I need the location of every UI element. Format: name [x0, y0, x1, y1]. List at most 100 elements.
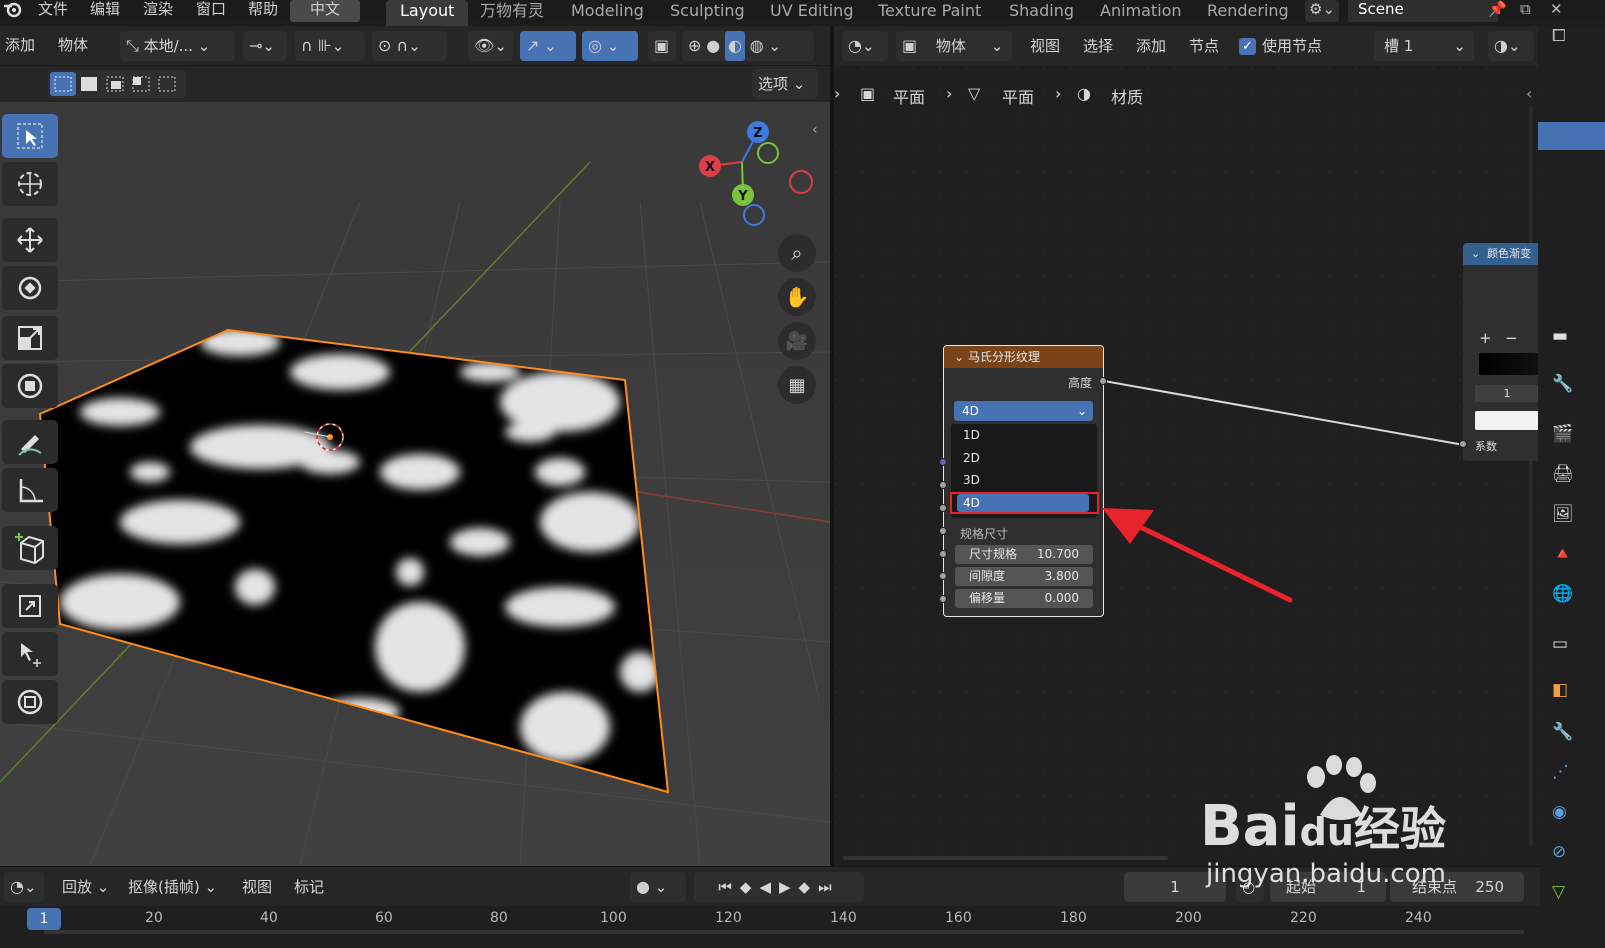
- physics-tab-icon[interactable]: ◉: [1552, 802, 1567, 822]
- scale-input-socket[interactable]: [939, 504, 947, 512]
- transform-tool-icon[interactable]: [2, 364, 58, 408]
- menu-file[interactable]: 文件: [38, 0, 68, 22]
- tab-texture-paint[interactable]: Texture Paint: [878, 0, 981, 26]
- new-scene-icon[interactable]: ⧉: [1520, 0, 1531, 22]
- fac-input-socket[interactable]: [1459, 440, 1467, 448]
- menu-render[interactable]: 渲染: [143, 0, 173, 22]
- wrench-tab-icon[interactable]: 🔧: [1552, 374, 1573, 394]
- timeline-scrollbar[interactable]: [44, 930, 1524, 934]
- node-node-menu[interactable]: 节点: [1189, 31, 1219, 61]
- navigation-gizmo[interactable]: Z X Y: [690, 112, 820, 242]
- xray-button[interactable]: ▣: [648, 31, 676, 61]
- move-tool-icon[interactable]: [2, 218, 58, 262]
- node-editor-canvas[interactable]: [834, 66, 1540, 866]
- select-box-tool-icon[interactable]: [2, 114, 58, 158]
- object-tab-icon[interactable]: ◧: [1552, 680, 1568, 700]
- record-button[interactable]: ● ⌄: [630, 872, 686, 902]
- material-preview-icon[interactable]: ◐: [724, 31, 745, 61]
- gizmo-toggle-button[interactable]: ↗ ⌄: [520, 31, 576, 61]
- language-button[interactable]: 中文: [290, 0, 361, 22]
- world-tab-icon[interactable]: 🌐: [1552, 584, 1573, 604]
- solid-icon[interactable]: ●: [706, 31, 720, 61]
- select-mode-buttons[interactable]: [48, 70, 186, 98]
- timeline-editor-type[interactable]: ◔⌄: [4, 872, 44, 902]
- viewport-add-menu[interactable]: 添加: [5, 30, 35, 60]
- rotate-tool-icon[interactable]: [2, 266, 58, 310]
- cursor-tool-icon[interactable]: [2, 162, 58, 206]
- pivot-point-button[interactable]: ⊸⌄: [243, 31, 287, 61]
- dimensions-dropdown[interactable]: 4D ⌄: [954, 401, 1093, 421]
- timeline-marker-menu[interactable]: 标记: [294, 872, 324, 902]
- zoom-icon[interactable]: ⌕: [778, 234, 816, 272]
- node-view-menu[interactable]: 视图: [1030, 31, 1060, 61]
- properties-icon[interactable]: ⧠: [1552, 26, 1566, 46]
- jump-start-icon[interactable]: ⏮: [718, 878, 740, 896]
- playback-menu[interactable]: 回放 ⌄: [62, 872, 109, 902]
- node-title-bar[interactable]: ⌄ 马氏分形纹理: [944, 346, 1103, 368]
- pan-hand-icon[interactable]: ✋: [778, 278, 816, 316]
- lacunarity-input-socket[interactable]: [939, 572, 947, 580]
- editor-type-button[interactable]: ◔⌄: [842, 31, 888, 61]
- snap-button[interactable]: ∩ ⊪⌄: [295, 31, 365, 61]
- vertical-scrollbar[interactable]: [1529, 106, 1533, 846]
- material-slot-dropdown[interactable]: 槽 1 ⌄: [1374, 31, 1474, 61]
- play-reverse-icon[interactable]: ◀: [759, 878, 779, 896]
- playhead[interactable]: 1: [27, 908, 61, 930]
- timeline-ruler[interactable]: 1 20 40 60 80 100 120 140 160 180 200 22…: [0, 906, 1540, 948]
- modifier-tab-icon[interactable]: 🔧: [1552, 722, 1573, 742]
- tab-wanwu[interactable]: 万物有灵: [480, 0, 544, 26]
- shear-tool-icon[interactable]: [2, 632, 58, 676]
- constraints-tab-icon[interactable]: ⊘: [1552, 842, 1566, 862]
- options-dropdown[interactable]: 选项 ⌄: [752, 69, 818, 99]
- visibility-button[interactable]: 👁⌄: [468, 31, 513, 61]
- remove-stop-icon[interactable]: −: [1505, 329, 1518, 347]
- shader-type-dropdown[interactable]: ▣ 物体 ⌄: [896, 31, 1012, 61]
- collapse-node-sidebar-icon[interactable]: ‹: [1526, 84, 1532, 103]
- annotate-tool-icon[interactable]: [2, 420, 58, 464]
- scene-selector-icon[interactable]: ⚙⌄: [1305, 0, 1340, 22]
- proportional-edit-button[interactable]: ⊙ ∩⌄: [372, 31, 447, 61]
- offset-field[interactable]: 偏移量 0.000: [955, 589, 1093, 608]
- tool-tab-icon[interactable]: ▬: [1552, 326, 1568, 346]
- tab-modeling[interactable]: Modeling: [571, 0, 644, 26]
- tab-uv-editing[interactable]: UV Editing: [770, 0, 853, 26]
- viewport-object-menu[interactable]: 物体: [58, 30, 88, 60]
- camera-icon[interactable]: 🎥: [778, 322, 816, 360]
- use-nodes-checkbox[interactable]: ✓: [1239, 38, 1256, 55]
- node-select-menu[interactable]: 选择: [1083, 31, 1113, 61]
- detail-input-socket[interactable]: [939, 527, 947, 535]
- particles-tab-icon[interactable]: ⋰: [1552, 762, 1569, 782]
- extrude-tool-icon[interactable]: [2, 584, 58, 628]
- origin-tool-icon[interactable]: [2, 680, 58, 724]
- lacunarity-field[interactable]: 间隙度 3.800: [955, 567, 1093, 586]
- w-input-socket[interactable]: [939, 481, 947, 489]
- collection-tab-icon[interactable]: ▭: [1552, 634, 1568, 654]
- blender-logo-icon[interactable]: [2, 0, 24, 22]
- output-tab-icon[interactable]: 🖨: [1552, 464, 1574, 484]
- add-cube-tool-icon[interactable]: [2, 526, 58, 570]
- measure-tool-icon[interactable]: [2, 468, 58, 512]
- menu-edit[interactable]: 编辑: [90, 0, 120, 22]
- prev-keyframe-icon[interactable]: ◆: [740, 878, 760, 896]
- scene-name[interactable]: Scene: [1348, 0, 1498, 22]
- tab-sculpting[interactable]: Sculpting: [670, 0, 745, 26]
- tab-layout[interactable]: Layout: [386, 0, 469, 26]
- wireframe-icon[interactable]: ⊕: [688, 31, 701, 61]
- tab-animation[interactable]: Animation: [1100, 0, 1182, 26]
- collapse-node-icon[interactable]: ⌄: [954, 346, 964, 368]
- option-1d[interactable]: 1D: [963, 428, 980, 442]
- pin-icon[interactable]: 📌: [1488, 0, 1507, 22]
- collapse-node-icon[interactable]: ⌄: [1471, 243, 1480, 265]
- collapse-sidebar-icon[interactable]: ‹: [812, 122, 818, 138]
- option-3d[interactable]: 3D: [963, 473, 980, 487]
- node-add-menu[interactable]: 添加: [1136, 31, 1166, 61]
- dimension-input-socket[interactable]: [939, 550, 947, 558]
- color-ramp-node[interactable]: ⌄ 颜色渐变 + − 1 系数: [1463, 243, 1539, 461]
- tab-rendering[interactable]: Rendering: [1207, 0, 1289, 26]
- shading-mode-group[interactable]: ⊕ ● ◐ ◍ ⌄: [682, 31, 814, 61]
- dimension-field[interactable]: 尺寸规格 10.700: [955, 545, 1093, 564]
- vector-input-socket[interactable]: [939, 458, 947, 466]
- output-height-socket[interactable]: [1099, 377, 1107, 385]
- offset-input-socket[interactable]: [939, 595, 947, 603]
- color-ramp-title-bar[interactable]: ⌄ 颜色渐变: [1463, 243, 1539, 265]
